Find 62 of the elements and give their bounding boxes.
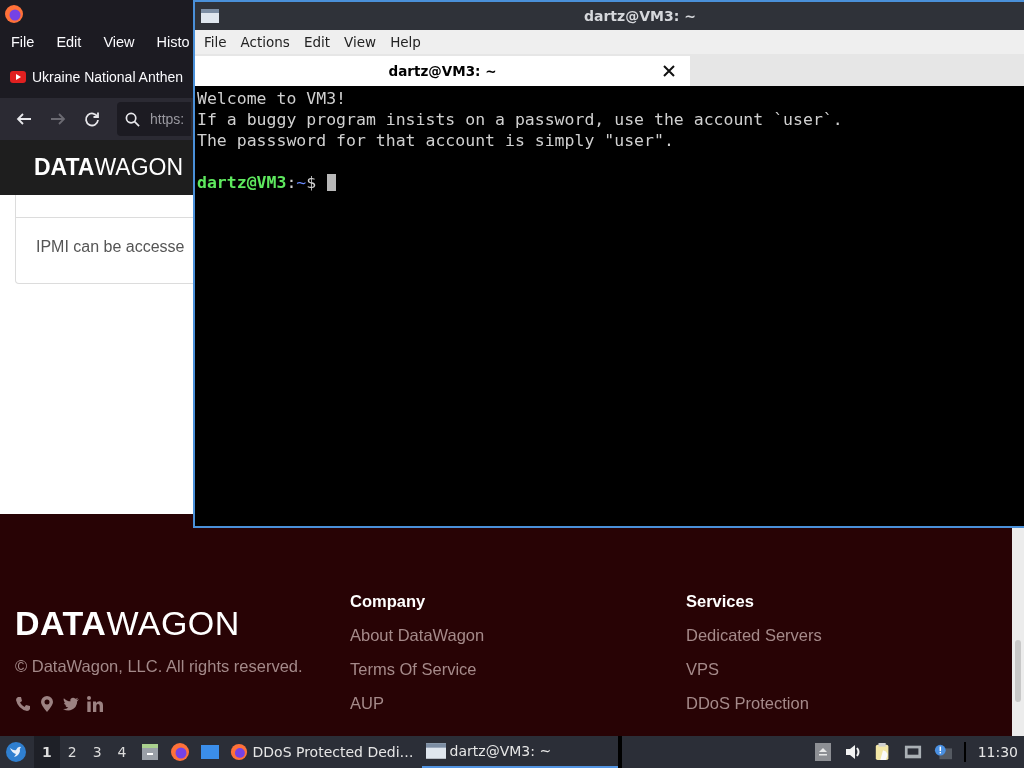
workspace-button[interactable]: 1 (34, 736, 60, 768)
footer-link[interactable]: Terms Of Service (350, 660, 477, 679)
prompt-separator: : (286, 172, 297, 193)
network-port-icon[interactable] (903, 743, 922, 761)
menu-item[interactable]: File (11, 34, 35, 50)
bookmark[interactable]: Ukraine National Anthen (10, 69, 183, 85)
prompt-path: ~ (296, 172, 307, 193)
workspace-button[interactable]: 4 (109, 736, 135, 768)
terminal-tab[interactable]: dartz@VM3: ~ (195, 56, 690, 86)
menu-item[interactable]: Help (390, 34, 421, 50)
scrollbar[interactable] (1012, 528, 1024, 736)
window-icon (425, 742, 446, 760)
workspace-button[interactable]: 2 (59, 736, 85, 768)
footer-heading: Company (350, 592, 426, 611)
location-pin-icon[interactable] (39, 696, 55, 712)
linkedin-icon[interactable] (87, 696, 103, 712)
terminal-output-line: Welcome to VM3! (197, 88, 347, 109)
footer-link[interactable]: Dedicated Servers (686, 626, 822, 645)
footer-link[interactable]: AUP (350, 694, 384, 713)
reload-icon[interactable] (83, 110, 101, 128)
menu-item[interactable]: View (344, 34, 377, 50)
prompt-symbol: $ (306, 172, 317, 193)
menu-item[interactable]: File (204, 34, 227, 50)
footer-link[interactable]: VPS (686, 660, 720, 679)
clock: 11:30 (977, 744, 1018, 760)
copyright-text: © DataWagon, LLC. All rights reserved. (15, 657, 304, 676)
menu-item[interactable]: Edit (56, 34, 82, 50)
menu-item[interactable]: Actions (240, 34, 290, 50)
site-logo[interactable]: DATAWAGON (34, 154, 184, 181)
window-title: dartz@VM3: ~ (584, 8, 696, 24)
menu-item[interactable]: Edit (303, 34, 331, 50)
terminal-output-line: If a buggy program insists on a password, use the account `user`. (197, 109, 844, 130)
eject-icon[interactable] (813, 743, 832, 761)
footer-logo: DATAWAGON (15, 604, 241, 643)
window-icon[interactable] (199, 742, 220, 762)
close-icon[interactable] (663, 65, 675, 77)
notification-icon[interactable] (933, 743, 952, 761)
taskbar-task[interactable]: DDoS Protected Dedi… (224, 736, 422, 768)
bird-icon[interactable] (63, 696, 79, 712)
footer-link[interactable]: About DataWagon (350, 626, 485, 645)
address-field[interactable]: https: (117, 102, 191, 136)
firefox-icon[interactable] (4, 4, 24, 24)
text-cursor (327, 174, 337, 191)
video-play-icon (10, 71, 26, 83)
bird-logo-icon[interactable] (6, 742, 26, 762)
prompt-user-host: dartz@VM3 (197, 172, 287, 193)
footer-link[interactable]: DDoS Protection (686, 694, 809, 713)
file-cabinet-icon[interactable] (139, 742, 160, 762)
window-icon (201, 9, 219, 23)
terminal-output-line: The passsword for that account is simply "user". (197, 130, 675, 151)
firefox-icon[interactable] (169, 742, 190, 762)
menu-item[interactable]: View (103, 34, 135, 50)
search-icon (125, 111, 140, 127)
firefox-icon (228, 743, 249, 761)
scrollbar-thumb[interactable] (1015, 640, 1021, 702)
card-text: IPMI can be accesse (35, 237, 186, 256)
workspace-button[interactable]: 3 (84, 736, 110, 768)
phone-icon[interactable] (15, 696, 31, 712)
speaker-icon[interactable] (843, 743, 862, 761)
taskbar-task[interactable]: dartz@VM3: ~ (421, 736, 618, 768)
footer-heading: Services (686, 592, 754, 611)
menu-item[interactable]: Histo (156, 34, 190, 50)
